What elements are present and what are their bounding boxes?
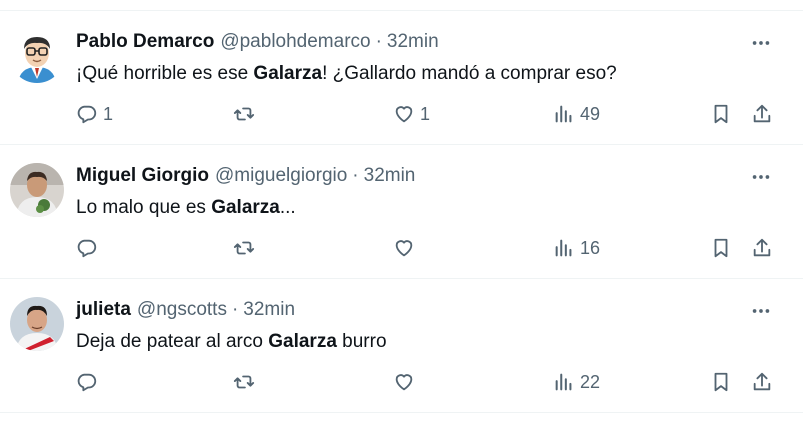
bookmark-button[interactable] [710, 233, 732, 263]
author-handle[interactable]: @pablohdemarco [220, 31, 370, 53]
text-segment: ¡Qué horrible es ese [76, 63, 254, 84]
text-segment: Deja de patear al arco [76, 331, 269, 352]
author-name[interactable]: julieta [76, 299, 131, 321]
tweet[interactable]: julieta @ngscotts · 32min Deja de patear… [0, 279, 803, 413]
text-segment: ... [279, 197, 296, 218]
tweet[interactable]: Miguel Giorgio @miguelgiorgio · 32min Lo… [0, 145, 803, 279]
like-button[interactable] [393, 367, 420, 397]
share-icon [751, 237, 773, 259]
text-segment: ! ¿Gallardo mandó a comprar eso? [322, 63, 617, 84]
views-count: 16 [580, 237, 601, 258]
share-button[interactable] [751, 233, 773, 263]
like-button[interactable] [393, 233, 420, 263]
views-icon [553, 237, 575, 259]
photo-avatar-image [10, 163, 64, 217]
action-bar: 16 [76, 233, 791, 263]
timestamp[interactable]: 32min [243, 299, 295, 321]
bookmark-button[interactable] [710, 367, 732, 397]
views-button[interactable]: 22 [553, 367, 600, 397]
like-count: 1 [420, 103, 431, 124]
reply-button[interactable] [76, 233, 103, 263]
reply-button[interactable] [76, 367, 103, 397]
avatar[interactable] [10, 163, 64, 217]
tweet-text: Lo malo que es Galarza... [76, 197, 296, 219]
separator: · [231, 299, 239, 320]
views-button[interactable]: 49 [553, 99, 600, 129]
retweet-icon [233, 237, 255, 259]
share-icon [751, 103, 773, 125]
separator: · [352, 165, 359, 186]
reply-icon [76, 103, 98, 125]
heart-icon [393, 103, 415, 125]
bookmark-button[interactable] [710, 99, 732, 129]
action-bar: 22 [76, 367, 791, 397]
text-segment: Lo malo que es [76, 197, 212, 218]
tweet-header: Pablo Demarco @pablohdemarco · 32min [76, 29, 439, 55]
text-highlight: Galarza [268, 331, 337, 352]
text-segment: burro [336, 331, 387, 352]
more-icon[interactable] [741, 299, 781, 323]
author-handle[interactable]: @ngscotts [137, 299, 227, 321]
heart-icon [393, 237, 415, 259]
timestamp[interactable]: 32min [364, 165, 416, 187]
share-button[interactable] [751, 99, 773, 129]
tweet-header: julieta @ngscotts · 32min [76, 297, 295, 323]
bookmark-icon [710, 371, 732, 393]
action-bar: 1 1 49 [76, 99, 791, 129]
retweet-button[interactable] [233, 99, 260, 129]
retweet-button[interactable] [233, 367, 260, 397]
more-icon[interactable] [741, 165, 781, 189]
text-highlight: Galarza [253, 63, 323, 84]
views-icon [553, 103, 575, 125]
retweet-icon [233, 103, 255, 125]
tweet-text: ¡Qué horrible es ese Galarza! ¿Gallardo … [76, 63, 617, 85]
cartoon-avatar-image [10, 29, 64, 83]
timeline-feed: Pablo Demarco @pablohdemarco · 32min ¡Qu… [0, 0, 803, 421]
views-button[interactable]: 16 [553, 233, 600, 263]
reply-button[interactable]: 1 [76, 99, 113, 129]
heart-icon [393, 371, 415, 393]
views-icon [553, 371, 575, 393]
more-icon[interactable] [741, 31, 781, 55]
bookmark-icon [710, 103, 732, 125]
timestamp[interactable]: 32min [387, 31, 439, 53]
like-button[interactable]: 1 [393, 99, 430, 129]
share-button[interactable] [751, 367, 773, 397]
reply-icon [76, 237, 98, 259]
player-photo-avatar-image [10, 297, 64, 351]
separator: · [375, 31, 382, 52]
reply-icon [76, 371, 98, 393]
reply-count: 1 [103, 103, 114, 124]
views-count: 49 [580, 103, 601, 124]
retweet-button[interactable] [233, 233, 260, 263]
text-highlight: Galarza [211, 197, 280, 218]
avatar[interactable] [10, 29, 64, 83]
retweet-icon [233, 371, 255, 393]
tweet-header: Miguel Giorgio @miguelgiorgio · 32min [76, 163, 415, 189]
views-count: 22 [580, 371, 601, 392]
bookmark-icon [710, 237, 732, 259]
author-name[interactable]: Pablo Demarco [76, 31, 214, 53]
author-name[interactable]: Miguel Giorgio [76, 165, 209, 187]
author-handle[interactable]: @miguelgiorgio [215, 165, 347, 187]
tweet[interactable]: Pablo Demarco @pablohdemarco · 32min ¡Qu… [0, 11, 803, 145]
share-icon [751, 371, 773, 393]
avatar[interactable] [10, 297, 64, 351]
tweet-text: Deja de patear al arco Galarza burro [76, 331, 387, 353]
